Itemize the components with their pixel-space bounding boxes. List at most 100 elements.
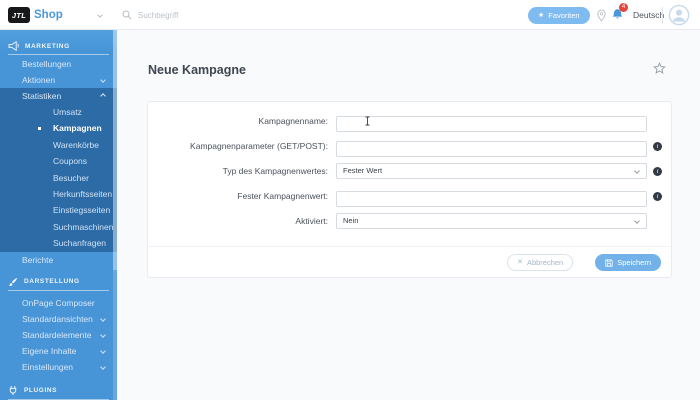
section-label: MARKETING [25,42,70,50]
item-label: Einstellungen [22,361,74,372]
sidebar-item-berichte[interactable]: Berichte [0,252,117,268]
user-avatar[interactable] [668,4,690,26]
item-label: Einstiegsseiten [53,205,111,216]
sidebar-item-eigene-inhalte[interactable]: Eigene Inhalte [0,343,117,359]
favorites-button[interactable]: ★ Favoriten [528,7,590,24]
sidebar-item-aktionen[interactable]: Aktionen [0,72,117,88]
selected-value: Fester Wert [343,166,383,175]
campaign-form-card: Kampagnenname: Kampagnenparameter (GET/P… [147,101,672,278]
language-selector[interactable]: Deutsch [633,0,664,30]
header-divider [662,7,663,24]
sidebar-item-umsatz[interactable]: Umsatz [0,104,117,120]
sidebar-item-suchanfragen[interactable]: Suchanfragen [0,235,117,251]
item-label: Umsatz [53,107,82,117]
item-label: Bestellungen [22,59,72,69]
info-icon[interactable]: i [653,191,662,201]
form-row-aktiviert: Aktiviert: Nein [148,213,671,229]
item-label: Standardansichten [22,313,93,324]
field-label: Kampagnenname: [258,116,328,126]
star-icon: ★ [538,12,545,19]
sidebar-divider [8,289,109,291]
location-pin-icon[interactable] [596,9,607,22]
section-label: PLUGINS [24,387,58,395]
sidebar-nav: MARKETING Bestellungen Aktionen Statisti… [0,30,117,400]
search-input[interactable] [138,10,268,20]
item-label: Suchmaschinen [53,221,114,232]
global-search [122,0,268,30]
save-button[interactable]: Speichern [595,254,661,271]
favorite-star-icon[interactable] [653,62,666,75]
form-row-fester-kampagnenwert: Fester Kampagnenwert: i [148,188,671,207]
sidebar-item-suchmaschinen[interactable]: Suchmaschinen [0,219,117,235]
sidebar-item-herkunftsseiten[interactable]: Herkunftsseiten [0,186,117,202]
field-label: Fester Kampagnenwert: [237,191,328,201]
item-label: Herkunftsseiten [53,188,113,199]
main-content: Neue Kampagne Kampagnenname: Kampagnenpa… [117,30,700,400]
item-label: Suchanfragen [53,238,106,249]
cancel-button[interactable]: ✕ Abbrechen [507,254,574,271]
sidebar-item-warenkoerbe[interactable]: Warenkörbe [0,137,117,153]
item-label: Eigene Inhalte [22,345,77,356]
field-label: Typ des Kampagnenwertes: [222,166,328,176]
card-footer-divider [148,246,671,247]
notification-count-badge: 4 [619,3,628,12]
field-label: Kampagnenparameter (GET/POST): [190,141,328,151]
search-icon [122,10,132,20]
sidebar-item-besucher[interactable]: Besucher [0,170,117,186]
typ-kampagnenwert-select[interactable]: Fester Wert [336,163,647,179]
form-row-kampagnenname: Kampagnenname: [148,113,671,132]
jtl-logo-text: JTL [11,10,27,20]
sidebar-divider [8,54,109,55]
info-icon[interactable]: i [653,141,662,151]
sidebar-item-coupons[interactable]: Coupons [0,153,117,169]
sidebar-item-standardansichten[interactable]: Standardansichten [0,311,117,327]
chevron-down-icon [634,168,640,174]
section-label: DARSTELLUNG [24,278,80,286]
item-label: Kampagnen [53,123,102,134]
sidebar-section-marketing: MARKETING [0,38,117,54]
sidebar-item-standardelemente[interactable]: Standardelemente [0,327,117,343]
kampagnenparameter-input[interactable] [336,140,647,157]
fester-kampagnenwert-input[interactable] [336,190,647,207]
sidebar-section-plugins: PLUGINS [0,383,117,399]
paintbrush-icon [8,277,18,286]
jtl-logo[interactable]: JTL [8,7,30,23]
sidebar-item-onpage-composer[interactable]: OnPage Composer [0,295,117,311]
sidebar-item-einstiegsseiten[interactable]: Einstiegsseiten [0,202,117,218]
sidebar-item-einstellungen[interactable]: Einstellungen [0,359,117,375]
form-row-typ-kampagnenwert: Typ des Kampagnenwertes: Fester Wert i [148,163,671,179]
info-icon[interactable]: i [653,166,662,176]
sidebar-divider [8,398,109,400]
aktiviert-select[interactable]: Nein [336,213,647,229]
chevron-down-icon[interactable] [97,12,103,18]
text-cursor-icon [365,116,370,126]
form-actions: ✕ Abbrechen Speichern [507,254,661,271]
chevron-down-icon [100,331,106,338]
chevron-down-icon [100,315,106,322]
item-label: OnPage Composer [22,297,95,308]
chevron-down-icon [634,218,640,224]
item-label: Aktionen [22,75,56,85]
item-label: Standardelemente [22,329,92,340]
cancel-label: Abbrechen [526,258,564,267]
sidebar-item-bestellungen[interactable]: Bestellungen [0,56,117,72]
kampagnenname-input[interactable] [336,115,647,132]
item-label: Besucher [53,172,89,183]
sidebar-item-statistiken[interactable]: Statistiken [0,88,117,104]
sidebar-expanded-group: Statistiken Umsatz Kampagnen Warenkörbe … [0,88,117,252]
save-floppy-icon [605,258,613,267]
chevron-up-icon [100,93,106,99]
active-bullet [38,127,41,131]
sidebar-section-darstellung: DARSTELLUNG [0,274,117,290]
chevron-down-icon [100,347,106,354]
plug-icon [9,385,17,396]
chevron-down-icon [100,77,106,83]
sidebar-item-kampagnen[interactable]: Kampagnen [0,120,117,136]
form-row-kampagnenparameter: Kampagnenparameter (GET/POST): i [148,138,671,157]
item-label: Berichte [22,254,54,265]
brand-shop[interactable]: Shop [34,0,63,30]
item-label: Statistiken [22,91,62,101]
field-label: Aktiviert: [295,216,328,226]
megaphone-icon [8,41,19,51]
selected-value: Nein [343,216,359,225]
